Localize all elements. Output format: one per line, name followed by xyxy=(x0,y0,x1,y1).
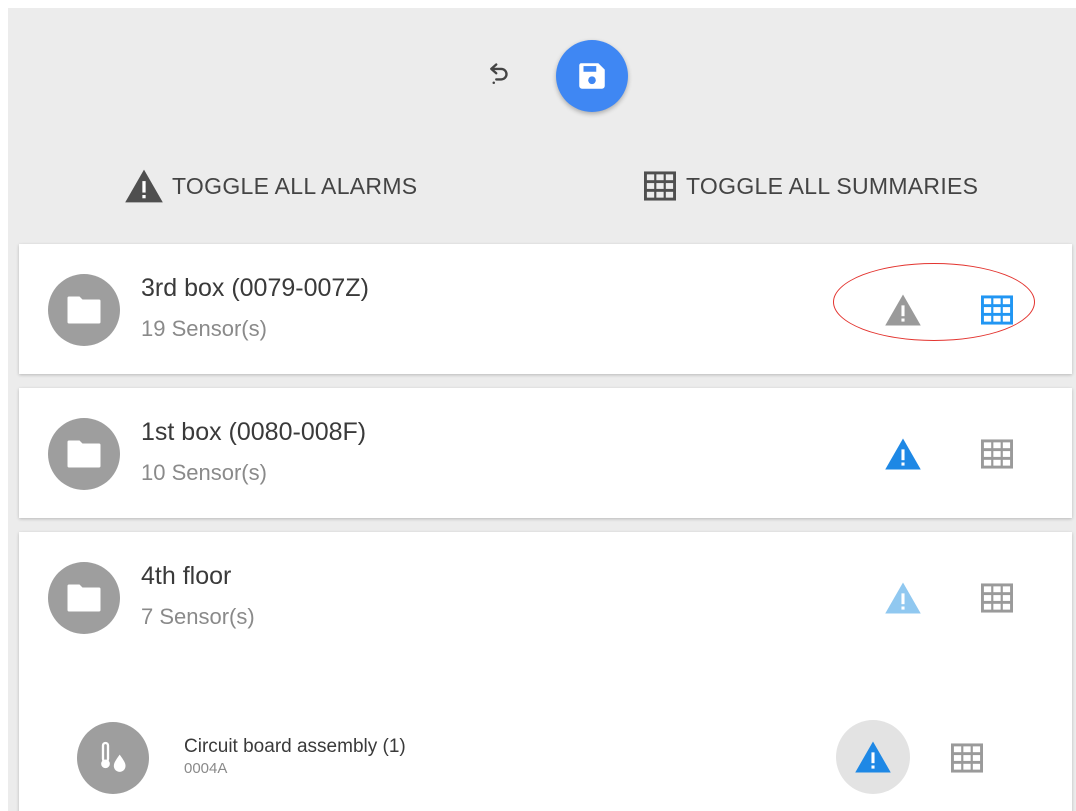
floppy-disk-icon xyxy=(579,63,605,89)
toggle-all-summaries-label: TOGGLE ALL SUMMARIES xyxy=(686,172,979,199)
toggle-all-alarms-button[interactable]: TOGGLE ALL ALARMS xyxy=(124,166,417,206)
sensor-alarm-toggle-button[interactable] xyxy=(836,720,910,794)
sensor-avatar xyxy=(77,722,149,794)
group-title: 4th floor xyxy=(141,562,232,590)
sensor-summary-toggle-button[interactable] xyxy=(939,730,995,786)
folder-avatar xyxy=(48,274,120,346)
group-sensor-count: 7 Sensor(s) xyxy=(141,604,255,629)
summary-toggle-button[interactable] xyxy=(969,426,1025,482)
warning-icon xyxy=(855,741,891,773)
folder-avatar xyxy=(48,418,120,490)
table-icon xyxy=(981,583,1013,613)
table-icon xyxy=(981,439,1013,469)
group-sensor-count: 10 Sensor(s) xyxy=(141,460,267,485)
warning-icon xyxy=(885,582,921,614)
group-card-4th-floor[interactable]: 4th floor 7 Sensor(s) Circuit board asse… xyxy=(19,532,1072,811)
alarm-toggle-button[interactable] xyxy=(875,570,931,626)
group-title: 1st box (0080-008F) xyxy=(141,418,367,446)
folder-icon xyxy=(67,440,101,468)
thermometer-droplet-icon xyxy=(101,741,126,772)
alarm-toggle-button[interactable] xyxy=(875,282,931,338)
undo-icon xyxy=(490,63,508,84)
toggle-all-summaries-button[interactable]: TOGGLE ALL SUMMARIES xyxy=(642,166,978,206)
warning-icon xyxy=(885,438,921,470)
alarm-toggle-button[interactable] xyxy=(875,426,931,482)
toggle-all-alarms-label: TOGGLE ALL ALARMS xyxy=(172,172,418,199)
table-icon xyxy=(981,295,1013,325)
table-icon xyxy=(644,171,676,201)
toolbar xyxy=(8,8,1076,128)
sensor-groups-panel: TOGGLE ALL ALARMS TOGGLE ALL SUMMARIES 3… xyxy=(8,8,1076,811)
group-card-3rd-box[interactable]: 3rd box (0079-007Z) 19 Sensor(s) xyxy=(19,244,1072,374)
warning-icon xyxy=(885,294,921,326)
group-title: 3rd box (0079-007Z) xyxy=(141,274,369,302)
group-card-1st-box[interactable]: 1st box (0080-008F) 10 Sensor(s) xyxy=(19,388,1072,518)
folder-icon xyxy=(67,296,101,324)
summary-toggle-button[interactable] xyxy=(969,282,1025,338)
summary-toggle-button[interactable] xyxy=(969,570,1025,626)
save-button[interactable] xyxy=(556,40,628,112)
sensor-id: 0004A xyxy=(184,760,228,777)
table-icon xyxy=(951,743,983,773)
sensor-title: Circuit board assembly (1) xyxy=(184,736,406,757)
undo-button[interactable] xyxy=(478,50,522,94)
group-sensor-count: 19 Sensor(s) xyxy=(141,316,267,341)
folder-icon xyxy=(67,584,101,612)
folder-avatar xyxy=(48,562,120,634)
warning-icon xyxy=(125,169,163,203)
